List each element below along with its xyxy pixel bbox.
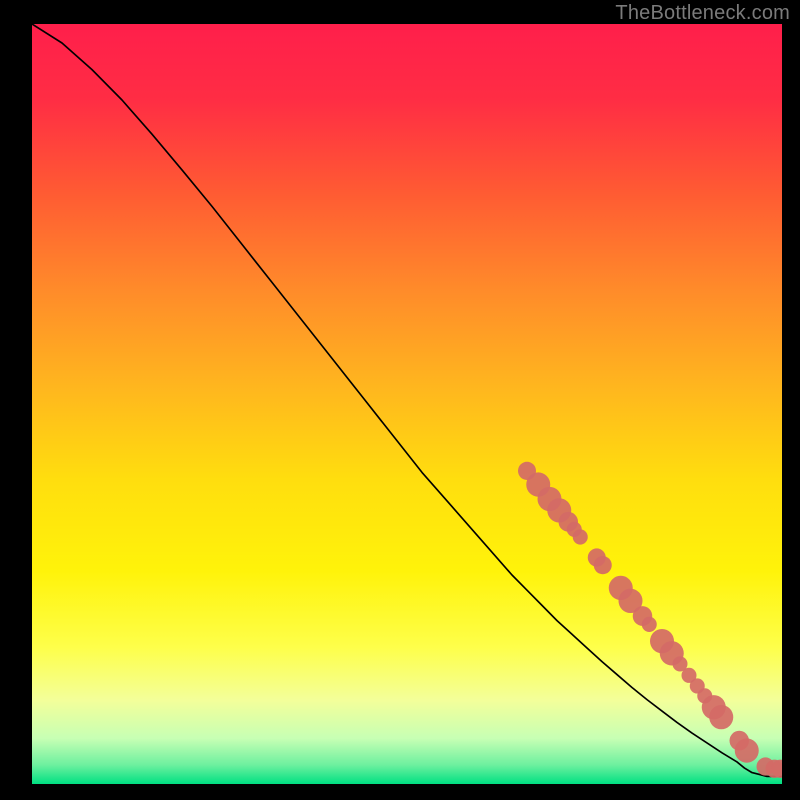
- data-point: [709, 705, 733, 729]
- plot-area: [32, 24, 782, 784]
- gradient-background: [32, 24, 782, 784]
- data-point: [573, 529, 588, 544]
- data-point: [642, 617, 657, 632]
- chart-svg: [32, 24, 782, 784]
- watermark-label: TheBottleneck.com: [615, 2, 790, 25]
- chart-stage: TheBottleneck.com: [0, 0, 800, 800]
- data-point: [594, 556, 612, 574]
- data-point: [735, 738, 759, 762]
